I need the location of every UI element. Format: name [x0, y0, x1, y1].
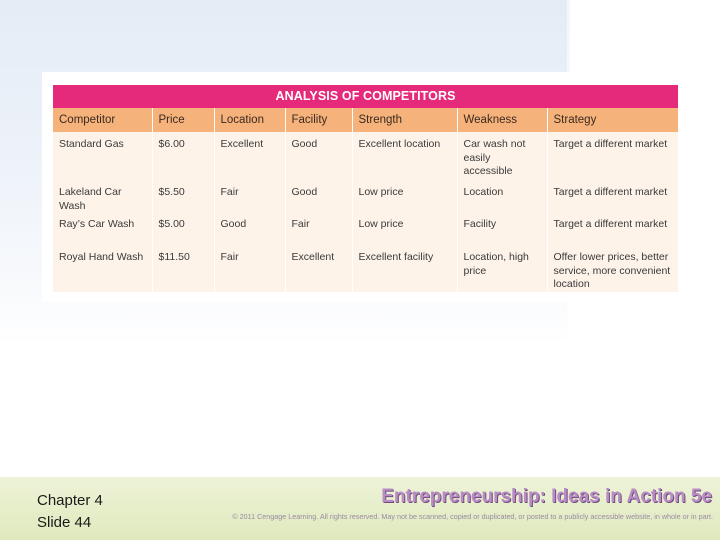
cell-strategy: Target a different market: [546, 213, 678, 246]
cell-location: Excellent: [213, 132, 285, 181]
cell-location: Fair: [213, 181, 285, 213]
cell-facility: Excellent: [284, 246, 352, 298]
header-weakness: Weakness: [456, 108, 547, 132]
cell-weakness: Location: [456, 181, 547, 213]
cell-price: $6.00: [151, 132, 214, 181]
header-facility: Facility: [284, 108, 352, 132]
cell-strength: Low price: [351, 213, 457, 246]
header-price: Price: [151, 108, 214, 132]
cell-facility: Fair: [284, 213, 352, 246]
cell-competitor: Royal Hand Wash: [59, 251, 144, 263]
cell-strength: Excellent facility: [351, 246, 457, 298]
cell-weakness: Facility: [456, 213, 547, 246]
cell-strength: Low price: [351, 181, 457, 213]
cell-competitor: Standard Gas: [59, 138, 124, 150]
competitor-analysis-table: ANALYSIS OF COMPETITORS Competitor Price…: [53, 85, 678, 298]
cell-location: Good: [213, 213, 285, 246]
cell-price: $5.50: [151, 181, 214, 213]
table-row: Royal Hand Wash $11.50 Fair Excellent Ex…: [53, 246, 678, 298]
table-title: ANALYSIS OF COMPETITORS: [53, 85, 678, 108]
table-header-row: Competitor Price Location Facility Stren…: [53, 108, 678, 132]
header-location: Location: [213, 108, 285, 132]
cell-location: Fair: [213, 246, 285, 298]
cell-weakness: Location, high price: [456, 246, 547, 298]
copyright-notice: © 2011 Cengage Learning. All rights rese…: [232, 512, 713, 521]
table-row: Lakeland Car Wash $5.50 Fair Good Low pr…: [53, 181, 678, 213]
header-competitor: Competitor: [53, 108, 152, 132]
cell-strategy: Offer lower prices, better service, more…: [546, 246, 678, 298]
header-strength: Strength: [351, 108, 457, 132]
cell-facility: Good: [284, 132, 352, 181]
header-strategy: Strategy: [546, 108, 678, 132]
table-row: Ray’s Car Wash $5.00 Good Fair Low price…: [53, 213, 678, 246]
cell-strength: Excellent location: [351, 132, 457, 181]
cell-strategy: Target a different market: [546, 181, 678, 213]
competitor-table: Competitor Price Location Facility Stren…: [53, 108, 678, 298]
chapter-label: Chapter 4: [37, 492, 103, 509]
chapter-slide-label: Chapter 4 Slide 44: [37, 490, 103, 534]
table-row: Standard Gas $6.00 Excellent Good Excell…: [53, 132, 678, 181]
cell-strategy: Target a different market: [546, 132, 678, 181]
book-title: Entrepreneurship: Ideas in Action 5e: [381, 486, 712, 507]
cell-weakness: Car wash not easily accessible: [456, 132, 547, 181]
cell-price: $11.50: [151, 246, 214, 298]
slide-number: Slide 44: [37, 514, 92, 531]
cell-facility: Good: [284, 181, 352, 213]
cell-price: $5.00: [151, 213, 214, 246]
cell-competitor: Lakeland Car Wash: [59, 186, 122, 212]
cell-competitor: Ray’s Car Wash: [59, 218, 135, 230]
